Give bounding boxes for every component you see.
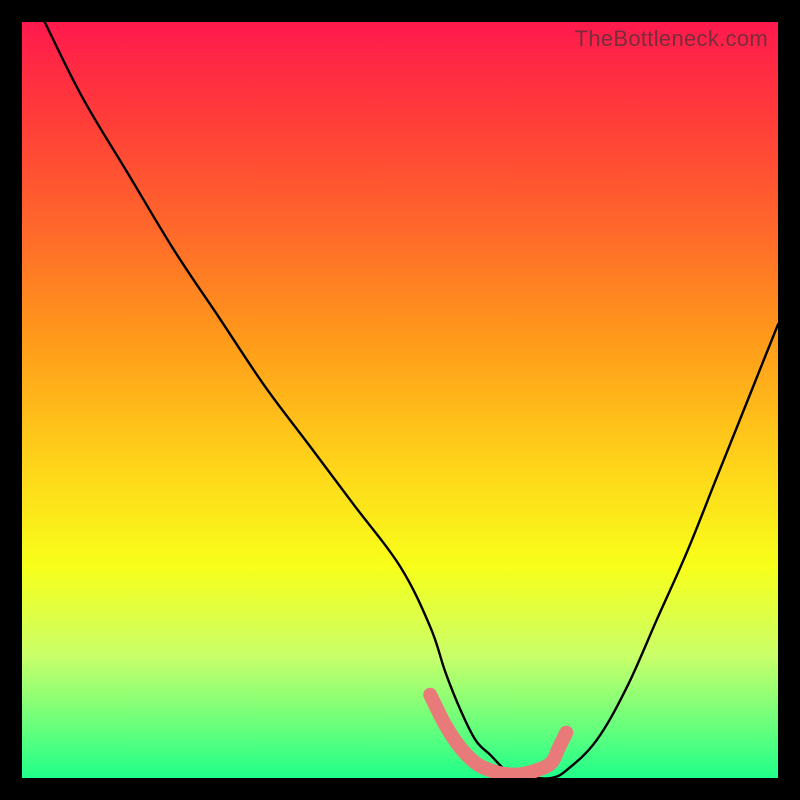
curve-layer (22, 22, 778, 778)
plot-area: TheBottleneck.com (22, 22, 778, 778)
chart-frame: TheBottleneck.com (0, 0, 800, 800)
bottleneck-curve-path (45, 22, 778, 778)
